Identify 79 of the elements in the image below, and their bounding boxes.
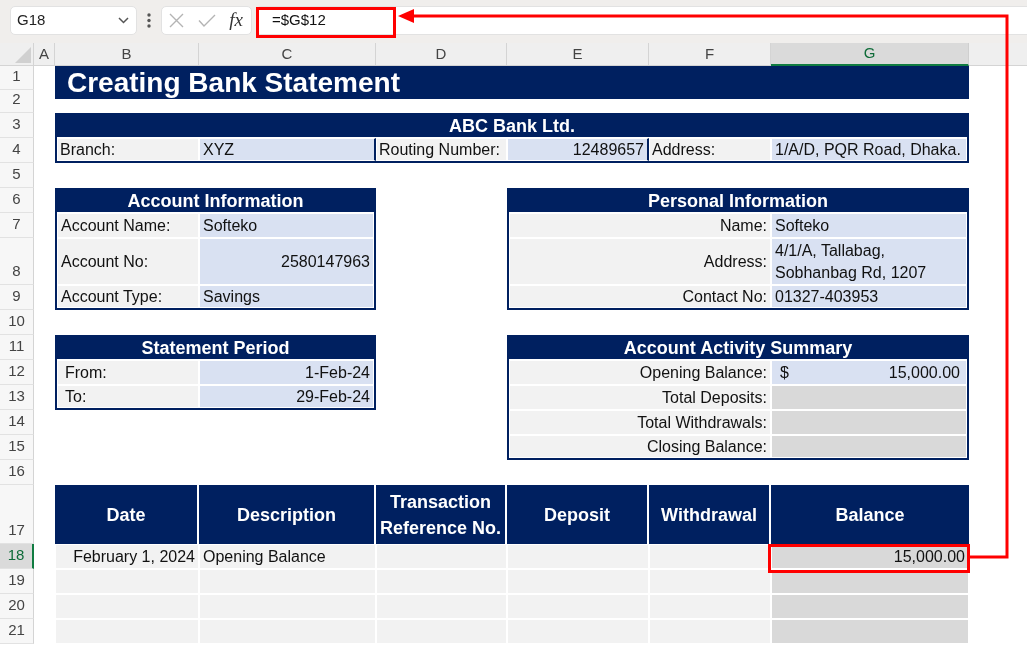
vertical-dots-icon[interactable]	[147, 12, 151, 28]
table-header-cell: Description	[199, 485, 376, 544]
row-header[interactable]: 4	[0, 138, 34, 163]
table-header-cell: Transaction Reference No.	[376, 485, 507, 544]
select-all-button[interactable]	[0, 43, 34, 66]
table-header-cell: Withdrawal	[649, 485, 771, 544]
label-cell: From:	[57, 360, 199, 385]
section-header: Account Activity Summary	[509, 337, 967, 360]
label-cell: Name:	[509, 213, 771, 238]
amount-text: 15,000.00	[888, 362, 960, 383]
value-cell: 1-Feb-24	[199, 360, 374, 385]
column-header[interactable]: C	[199, 43, 376, 66]
value-cell: 2580147963	[199, 238, 374, 285]
title-banner: Creating Bank Statement	[55, 66, 969, 99]
table-header-cell: Date	[55, 485, 199, 544]
currency-symbol: $	[780, 362, 789, 383]
row-header[interactable]: 2	[0, 90, 34, 113]
row-header[interactable]: 13	[0, 385, 34, 410]
x-icon	[169, 12, 185, 28]
table-cell: February 1, 2024	[55, 544, 199, 569]
row-header[interactable]: 19	[0, 569, 34, 594]
value-cell: 12489657	[507, 138, 649, 161]
value-cell: 29-Feb-24	[199, 385, 374, 408]
row-header[interactable]: 12	[0, 360, 34, 385]
label-cell: Opening Balance:	[509, 360, 771, 385]
section-header: Personal Information	[509, 190, 967, 213]
label-cell: Total Deposits:	[509, 385, 771, 410]
label-cell: Account No:	[57, 238, 199, 285]
check-icon	[197, 13, 216, 27]
value-cell: 1/A/D, PQR Road, Dhaka.	[771, 138, 967, 161]
row-header[interactable]: 18	[0, 544, 34, 569]
row-header[interactable]: 10	[0, 310, 34, 335]
column-header[interactable]: D	[376, 43, 507, 66]
row-header[interactable]: 3	[0, 113, 34, 138]
column-header[interactable]	[969, 43, 1027, 66]
row-header[interactable]: 9	[0, 285, 34, 310]
label-cell: Total Withdrawals:	[509, 410, 771, 435]
insert-function-button[interactable]: fx	[221, 6, 251, 34]
corner-triangle-icon	[15, 47, 31, 63]
column-header[interactable]: G	[771, 43, 969, 66]
column-header[interactable]: B	[55, 43, 199, 66]
label-cell: Account Name:	[57, 213, 199, 238]
section-header: Statement Period	[57, 337, 374, 360]
row-header[interactable]: 14	[0, 410, 34, 435]
name-box[interactable]: G18	[10, 5, 137, 35]
row-header[interactable]: 6	[0, 188, 34, 213]
label-cell: Contact No:	[509, 285, 771, 308]
table-cell: Opening Balance	[199, 544, 376, 569]
value-cell: Softeko	[199, 213, 374, 238]
row-header[interactable]: 17	[0, 485, 34, 544]
label-cell: To:	[57, 385, 199, 408]
section-header: Account Information	[57, 190, 374, 213]
row-header[interactable]: 15	[0, 435, 34, 460]
label-cell: Closing Balance:	[509, 435, 771, 458]
value-cell: XYZ	[199, 138, 376, 161]
value-cell: Savings	[199, 285, 374, 308]
label-cell: Routing Number:	[376, 138, 507, 161]
row-header[interactable]: 7	[0, 213, 34, 238]
chevron-down-icon	[118, 16, 129, 24]
label-cell: Address:	[649, 138, 771, 161]
value-cell: 01327-403953	[771, 285, 967, 308]
column-header[interactable]: E	[507, 43, 649, 66]
row-header[interactable]: 21	[0, 619, 34, 644]
table-header-cell: Deposit	[507, 485, 649, 544]
label-cell: Branch:	[57, 138, 199, 161]
row-header[interactable]: 8	[0, 238, 34, 285]
value-cell: Softeko	[771, 213, 967, 238]
row-header[interactable]: 11	[0, 335, 34, 360]
label-cell: Account Type:	[57, 285, 199, 308]
value-cell: 4/1/A, Tallabag, Sobhanbag Rd, 1207	[771, 238, 967, 285]
table-header-cell: Balance	[771, 485, 969, 544]
row-header[interactable]: 5	[0, 163, 34, 188]
section-header: ABC Bank Ltd.	[57, 115, 967, 138]
label-cell: Address:	[509, 238, 771, 285]
row-header[interactable]: 16	[0, 460, 34, 485]
column-header[interactable]: A	[34, 43, 55, 66]
row-header[interactable]: 20	[0, 594, 34, 619]
row-header[interactable]: 1	[0, 66, 34, 90]
column-header[interactable]: F	[649, 43, 771, 66]
